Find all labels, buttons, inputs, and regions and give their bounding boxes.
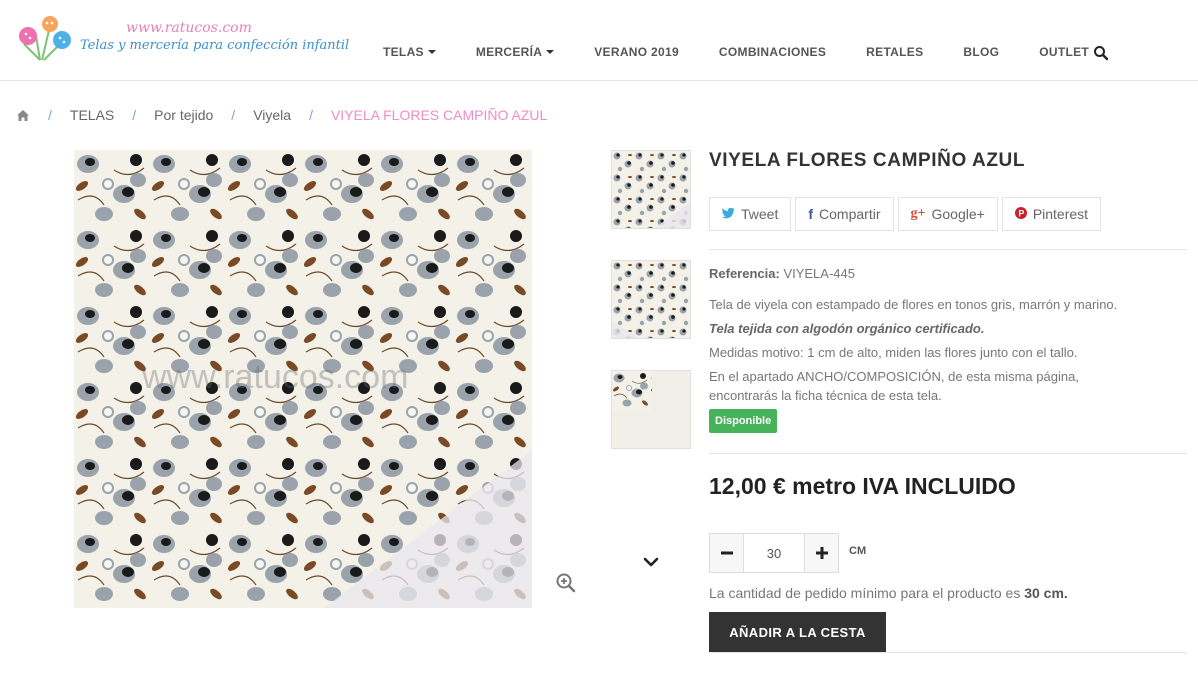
minimum-order-value: 30 cm. <box>1024 585 1068 601</box>
caret-down-icon <box>427 50 436 54</box>
thumbnail-1[interactable] <box>611 150 691 229</box>
google-plus-icon: g+ <box>910 206 926 221</box>
buttons-logo-icon <box>19 16 71 61</box>
caret-down-icon <box>546 50 555 54</box>
breadcrumb: / TELAS / Por tejido / Viyela / VIYELA F… <box>16 107 547 123</box>
nav-blog[interactable]: BLOG <box>963 45 999 59</box>
nav-retales[interactable]: RETALES <box>866 45 923 59</box>
google-plus-share-button[interactable]: g+ Google+ <box>897 197 998 231</box>
description-line-5: encontrarás la ficha técnica de esta tel… <box>709 388 942 403</box>
nav-telas[interactable]: TELAS <box>383 45 436 59</box>
description-line-2: Tela tejida con algodón orgánico certifi… <box>709 321 985 336</box>
reference-label: Referencia: <box>709 266 780 281</box>
nav-label: COMBINACIONES <box>718 45 827 59</box>
description-line-1: Tela de viyela con estampado de flores e… <box>709 297 1118 312</box>
breadcrumb-separator: / <box>309 107 313 123</box>
thumbnail-image <box>612 261 690 338</box>
share-label: Pinterest <box>1032 206 1089 222</box>
share-buttons: Tweet f Compartir g+ Google+ P Pinterest <box>709 197 1105 231</box>
breadcrumb-current: VIYELA FLORES CAMPIÑO AZUL <box>330 107 548 123</box>
description-line-3: Medidas motivo: 1 cm de alto, miden las … <box>709 345 1078 360</box>
facebook-share-button[interactable]: f Compartir <box>795 197 894 231</box>
quantity-stepper <box>709 533 839 573</box>
product-reference: Referencia: VIYELA-445 <box>709 266 855 281</box>
twitter-icon <box>722 206 735 222</box>
nav-verano-2019[interactable]: VERANO 2019 <box>594 45 679 59</box>
pinterest-icon: P <box>1014 206 1027 222</box>
divider <box>709 249 1187 250</box>
product-main-image[interactable]: www.ratucos.com <box>74 150 532 608</box>
pinterest-share-button[interactable]: P Pinterest <box>1001 197 1102 231</box>
nav-label: BLOG <box>963 45 1000 59</box>
breadcrumb-separator: / <box>231 107 236 123</box>
nav-label: OUTLET <box>1039 45 1090 59</box>
facebook-icon: f <box>808 206 814 222</box>
nav-label: RETALES <box>866 45 924 59</box>
breadcrumb-viyela[interactable]: Viyela <box>253 107 291 123</box>
minimum-order-text: La cantidad de pedido mínimo para el pro… <box>709 585 1025 601</box>
thumbnail-3[interactable] <box>611 370 691 449</box>
add-to-cart-button[interactable]: AÑADIR A LA CESTA <box>709 612 886 652</box>
nav-label: MERCERÍA <box>475 45 543 59</box>
share-label: Google+ <box>931 206 985 222</box>
minus-icon <box>720 551 733 555</box>
availability-badge: Disponible <box>709 409 778 433</box>
thumbnail-2[interactable] <box>611 260 691 339</box>
zoom-in-icon[interactable] <box>556 573 576 593</box>
minimum-order-note: La cantidad de pedido mínimo para el pro… <box>709 585 1068 601</box>
chevron-down-icon[interactable] <box>641 554 661 570</box>
divider <box>709 652 1187 653</box>
nav-outlet[interactable]: OUTLET <box>1039 45 1089 59</box>
search-icon[interactable] <box>1093 45 1109 61</box>
description-line-4: En el apartado ANCHO/COMPOSICIÓN, de est… <box>709 369 1079 384</box>
logo-tagline: Telas y mercería para confección infanti… <box>80 38 350 53</box>
logo-url-text: www.ratucos.com <box>126 20 252 36</box>
nav-merceria[interactable]: MERCERÍA <box>475 45 555 59</box>
quantity-input[interactable] <box>744 533 804 573</box>
thumbnail-image <box>612 151 690 228</box>
nav-label: VERANO 2019 <box>594 45 679 59</box>
divider <box>709 453 1187 454</box>
site-header: www.ratucos.com Telas y mercería para co… <box>0 0 1198 81</box>
product-price: 12,00 € metro IVA INCLUIDO <box>709 473 1016 499</box>
image-watermark: www.ratucos.com <box>141 358 408 396</box>
nav-label: TELAS <box>383 45 424 59</box>
main-nav: TELAS MERCERÍA VERANO 2019 COMBINACIONES… <box>383 45 1129 59</box>
product-title: VIYELA FLORES CAMPIÑO AZUL <box>709 150 1026 171</box>
tweet-button[interactable]: Tweet <box>709 197 792 231</box>
quantity-increase-button[interactable] <box>804 533 839 573</box>
quantity-decrease-button[interactable] <box>709 533 744 573</box>
home-icon[interactable] <box>16 109 30 122</box>
reference-value: VIYELA-445 <box>783 266 855 281</box>
share-label: Tweet <box>741 206 779 222</box>
plus-icon <box>815 547 828 559</box>
svg-text:P: P <box>1018 208 1024 218</box>
share-label: Compartir <box>819 206 881 222</box>
nav-combinaciones[interactable]: COMBINACIONES <box>719 45 826 59</box>
quantity-unit: CM <box>849 545 867 557</box>
breadcrumb-separator: / <box>48 107 52 123</box>
site-logo[interactable]: www.ratucos.com Telas y mercería para co… <box>14 14 349 66</box>
breadcrumb-separator: / <box>132 107 137 123</box>
fabric-photo: www.ratucos.com <box>74 150 532 608</box>
breadcrumb-por-tejido[interactable]: Por tejido <box>154 107 213 123</box>
thumbnail-image <box>612 371 652 411</box>
breadcrumb-telas[interactable]: TELAS <box>70 107 114 123</box>
